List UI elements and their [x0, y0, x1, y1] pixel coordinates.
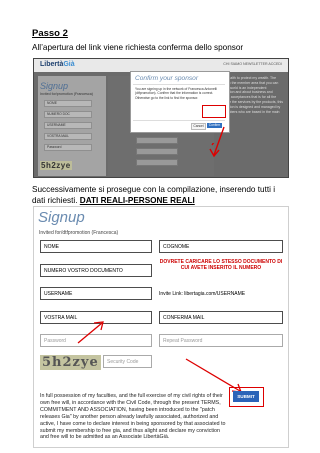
field-username[interactable]: USERNAME — [40, 287, 152, 300]
screenshot-confirm-sponsor: LibertàGià CHI SIAMO NEWSLETTER ACCEDI S… — [33, 58, 289, 178]
submit-button[interactable]: SUBMIT — [233, 391, 259, 402]
step-heading: Passo 2 — [32, 28, 68, 39]
field-mail[interactable]: VOSTRA MAIL — [44, 133, 92, 140]
paragraph-emphasis: DATI REALI-PERSONE REALI — [79, 196, 195, 205]
signup-title: Signup — [40, 81, 69, 91]
field-username[interactable]: USERNAME — [44, 122, 92, 129]
document-warning-note: DOVRETE CARICARE LO STESSO DOCUMENTO DI … — [159, 259, 283, 271]
annotation-arrow-icon — [209, 126, 225, 158]
field-repeat-password[interactable]: Repeat Password — [159, 334, 283, 347]
field-repeat-password[interactable] — [136, 159, 178, 166]
field-password[interactable]: Password — [44, 144, 92, 151]
signup-form-background: Signup Invited for/promotion (Francesca)… — [38, 76, 106, 176]
captcha-image: 5h2zye — [40, 161, 72, 170]
legal-terms-text: In full possession of my faculties, and … — [40, 393, 226, 441]
field-security-code[interactable]: Security Code — [103, 355, 152, 368]
captcha-image: 5h2zye — [40, 355, 101, 370]
screenshot-signup-form: Signup Invited for/dtfpromotion (Frances… — [33, 206, 289, 448]
confirm-sponsor-modal: Confirm your sponsor You are signing up … — [130, 71, 230, 133]
field-nome[interactable]: NOME — [44, 100, 92, 107]
invite-link-text: Invite Link: libertagia.com/USERNAME — [159, 291, 246, 297]
instruction-paragraph: Successivamente si prosegue con la compi… — [32, 184, 290, 206]
intro-text: All’apertura del link viene richiesta co… — [32, 43, 244, 52]
signup-subtitle: Invited for/dtfpromotion (Francesca) — [39, 230, 119, 236]
field-conferma-mail[interactable] — [136, 148, 178, 155]
field-cognome[interactable]: COGNOME — [159, 240, 283, 253]
field-numero-documento[interactable]: NUMERO VOSTRO DOCUMENTO — [40, 264, 152, 277]
modal-divider-bottom — [133, 120, 225, 121]
field-conferma-mail[interactable]: CONFERMA MAIL — [159, 311, 283, 324]
field-nome[interactable]: NOME — [40, 240, 152, 253]
modal-title: Confirm your sponsor — [135, 75, 199, 82]
field-documento[interactable]: NUMERO DOC — [44, 111, 92, 118]
confirm-highlight-box — [202, 105, 226, 118]
field-cognome[interactable] — [136, 137, 178, 144]
annotation-arrow-icon — [77, 321, 104, 344]
signup-title: Signup — [38, 209, 85, 226]
site-menu[interactable]: CHI SIAMO NEWSLETTER ACCEDI — [223, 62, 282, 66]
modal-divider — [133, 84, 225, 85]
site-logo: LibertàGià — [40, 61, 75, 68]
modal-text: You are signing up in the network of Fra… — [135, 87, 217, 100]
signup-subtitle: Invited for/promotion (Francesca) — [40, 92, 93, 96]
